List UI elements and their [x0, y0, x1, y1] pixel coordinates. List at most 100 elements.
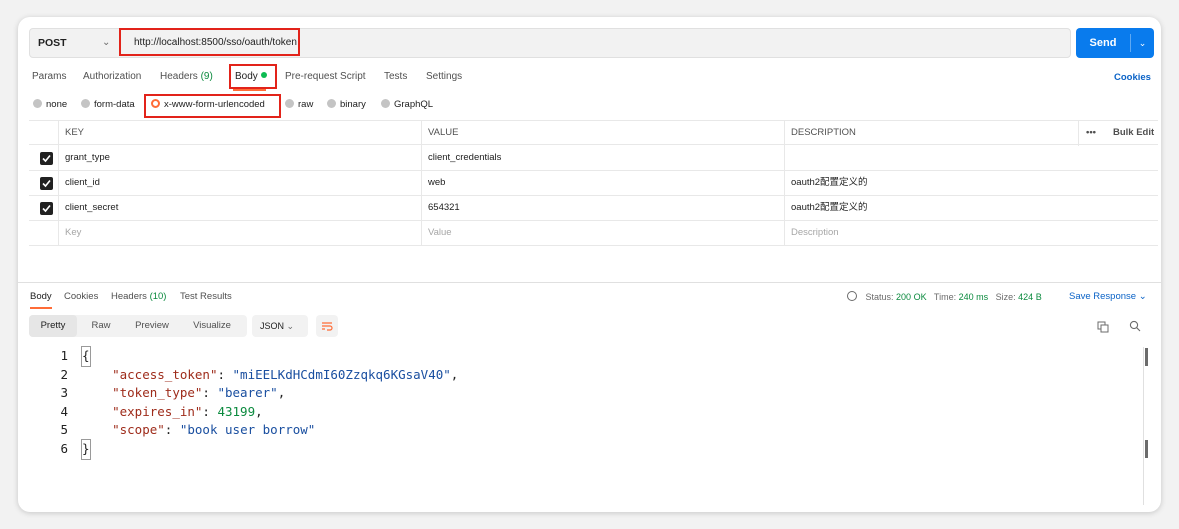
json-key: "scope" [112, 422, 165, 438]
size-value[interactable]: 424 B [1018, 292, 1042, 302]
checkbox-checked-icon[interactable] [40, 177, 53, 190]
key-placeholder[interactable]: Key [65, 221, 81, 246]
radio-circle-icon [381, 99, 390, 108]
param-description[interactable]: oauth2配置定义的 [791, 196, 868, 221]
response-headers-count: (10) [149, 291, 167, 302]
json-value: 43199 [217, 403, 256, 419]
table-header-row: KEY VALUE DESCRIPTION ••• Bulk Edit [29, 120, 1158, 145]
urlencoded-highlight-box [144, 94, 281, 118]
body-tab-highlight-box [229, 64, 277, 89]
status-label: Status: [865, 292, 894, 302]
scrollbar-thumb[interactable] [1145, 440, 1148, 458]
tab-headers[interactable]: Headers (9) [160, 71, 213, 83]
copy-icon[interactable] [1097, 321, 1109, 333]
more-options-icon[interactable]: ••• [1086, 121, 1096, 146]
column-value-header: VALUE [428, 127, 459, 138]
send-options-chevron-icon[interactable]: ⌄ [1131, 28, 1154, 58]
status-value[interactable]: 200 OK [896, 292, 927, 302]
tab-settings[interactable]: Settings [426, 71, 462, 83]
radio-binary[interactable]: binary [327, 99, 366, 111]
param-key[interactable]: client_id [65, 171, 100, 196]
search-icon[interactable] [1129, 320, 1141, 332]
checkbox-checked-icon[interactable] [40, 152, 53, 165]
code-line: "scope": "book user borrow" [112, 422, 316, 438]
method-select[interactable]: POST ⌄ [30, 29, 121, 57]
json-key: "access_token" [112, 366, 218, 382]
send-button[interactable]: Send ⌄ [1076, 28, 1154, 58]
param-value[interactable]: web [428, 171, 445, 196]
chevron-down-icon: ⌄ [1138, 291, 1147, 302]
tab-headers-label: Headers [160, 71, 198, 82]
bulk-edit-button[interactable]: Bulk Edit [1113, 121, 1154, 146]
time-label: Time: [933, 292, 957, 302]
url-highlight-box [119, 28, 300, 56]
param-value[interactable]: 654321 [428, 196, 460, 221]
param-description[interactable]: oauth2配置定义的 [791, 171, 868, 196]
chevron-down-icon: ⌄ [102, 37, 111, 48]
value-placeholder[interactable]: Value [428, 221, 452, 246]
checkbox-checked-icon[interactable] [40, 202, 53, 215]
view-visualize[interactable]: Visualize [179, 315, 245, 337]
response-tab-test-results[interactable]: Test Results [180, 291, 232, 303]
tab-tests[interactable]: Tests [384, 71, 407, 83]
globe-icon[interactable] [847, 291, 857, 301]
active-tab-underline [233, 89, 266, 91]
json-key: "token_type" [112, 385, 203, 401]
radio-graphql[interactable]: GraphQL [381, 99, 433, 111]
table-row: client_secret 654321 oauth2配置定义的 [29, 196, 1158, 221]
response-headers-label: Headers [111, 291, 147, 302]
table-row: client_id web oauth2配置定义的 [29, 171, 1158, 196]
postman-window: POST ⌄ http://localhost:8500/sso/oauth/t… [18, 17, 1161, 512]
code-line: "access_token": "miEELKdHCdmI60Zzqkq6KGs… [112, 366, 459, 382]
cookies-link[interactable]: Cookies [1114, 72, 1151, 83]
line-number: 5 [60, 422, 68, 438]
table-divider [421, 120, 422, 246]
save-response-button[interactable]: Save Response ⌄ [1069, 291, 1147, 303]
tab-pre-request-script[interactable]: Pre-request Script [285, 71, 366, 83]
view-raw[interactable]: Raw [77, 315, 125, 337]
format-select[interactable]: JSON ⌄ [252, 315, 308, 337]
view-mode-toggle: Pretty Raw Preview Visualize [29, 315, 247, 337]
tab-headers-count: (9) [200, 71, 213, 82]
table-row-empty: Key Value Description [29, 221, 1158, 246]
response-tab-body[interactable]: Body [30, 291, 52, 303]
column-description-header: DESCRIPTION [791, 127, 856, 138]
response-tab-cookies[interactable]: Cookies [64, 291, 98, 303]
code-open-brace: { [81, 346, 91, 367]
scrollbar[interactable] [1143, 347, 1144, 505]
response-divider[interactable] [18, 282, 1161, 283]
wrap-lines-button[interactable] [316, 315, 338, 337]
json-value: "book user borrow" [179, 422, 316, 438]
param-key[interactable]: client_secret [65, 196, 118, 221]
chevron-down-icon: ⌄ [286, 321, 295, 331]
view-pretty[interactable]: Pretty [29, 315, 77, 337]
radio-raw[interactable]: raw [285, 99, 313, 111]
description-placeholder[interactable]: Description [791, 221, 839, 246]
save-response-label: Save Response [1069, 291, 1137, 302]
param-value[interactable]: client_credentials [428, 146, 501, 171]
radio-form-data[interactable]: form-data [81, 99, 135, 111]
time-value[interactable]: 240 ms [959, 292, 989, 302]
line-number: 4 [60, 403, 68, 419]
table-divider [58, 120, 59, 246]
size-label: Size: [995, 292, 1016, 302]
response-tab-headers[interactable]: Headers (10) [111, 291, 166, 303]
method-label: POST [38, 37, 67, 49]
json-key: "expires_in" [112, 403, 203, 419]
radio-raw-label: raw [298, 99, 314, 110]
radio-binary-label: binary [340, 99, 366, 110]
table-divider [784, 120, 785, 246]
json-value: "bearer" [217, 385, 278, 401]
param-key[interactable]: grant_type [65, 146, 110, 171]
code-line: "token_type": "bearer", [112, 385, 286, 401]
line-number: 6 [60, 441, 68, 456]
tab-params[interactable]: Params [32, 71, 66, 83]
radio-none[interactable]: none [33, 99, 67, 111]
code-close-brace: } [81, 439, 91, 460]
view-preview[interactable]: Preview [125, 315, 179, 337]
scrollbar-thumb[interactable] [1145, 348, 1148, 366]
radio-form-data-label: form-data [94, 99, 135, 110]
tab-authorization[interactable]: Authorization [83, 71, 141, 83]
column-key-header: KEY [65, 127, 85, 138]
format-label: JSON [260, 321, 285, 331]
